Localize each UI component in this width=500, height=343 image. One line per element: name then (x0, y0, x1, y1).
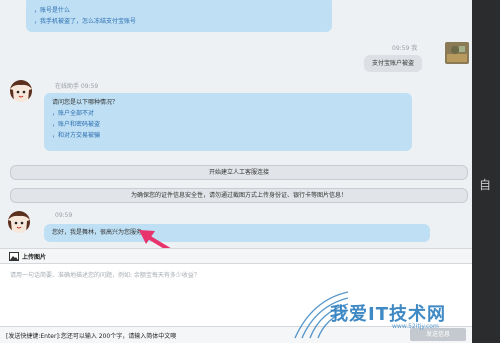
system-notice-text: 为确保您的证件信息安全性，请勿通过截图方式上传身份证、银行卡等图片信息！ (130, 192, 347, 199)
assistant-bubble: 请问您是以下哪种情况？ ，账户全部不对 ，账户和密码被盗 ，和对方交易被骗 (44, 93, 412, 151)
assistant-sender-time: 在线助手 09:59 (55, 83, 99, 90)
option-link[interactable]: ，账户和密码被盗 (52, 119, 404, 130)
image-icon[interactable] (9, 252, 19, 261)
agent-avatar (8, 211, 30, 233)
assistant-avatar (10, 80, 32, 102)
agent-message-text: 您好，我是舞林，很高兴为您服务。 (52, 229, 149, 236)
system-notice-text: 开始建立人工客服连接 (208, 169, 269, 176)
assistant-question: 请问您是以下哪种情况？ (52, 99, 119, 106)
input-placeholder: 请用一句话简要、准确地描述您的问题，例如: 余额宝每天有多少收益？ (10, 272, 200, 279)
faq-link[interactable]: ，账号是什么 (34, 5, 324, 16)
input-hint: [发送快捷键:Enter]:您还可以输入 200个字，请输入简体中文噢 (6, 333, 177, 340)
background-glyph: 自 (479, 178, 492, 192)
user-bubble: 支付宝账户被盗 (364, 55, 423, 72)
chat-window: ，账号是什么 ，我手机被盗了，怎么冻结支付宝账号 09:59 我 支付宝账户被盗… (0, 0, 472, 343)
system-notice: 开始建立人工客服连接 (10, 165, 468, 180)
assistant-bubble-top: ，账号是什么 ，我手机被盗了，怎么冻结支付宝账号 (26, 0, 332, 32)
agent-bubble: 您好，我是舞林，很高兴为您服务。 (44, 224, 430, 242)
watermark-url: www.52itjy.com (392, 323, 439, 330)
upload-toolbar: 上传图片 (0, 248, 472, 264)
agent-message-time: 09:59 (55, 212, 73, 219)
watermark: 我爱IT技术网 www.52itjy.com (290, 290, 472, 340)
option-link[interactable]: ，和对方交易被骗 (52, 130, 404, 141)
option-link[interactable]: ，账户全部不对 (52, 108, 404, 119)
faq-link[interactable]: ，我手机被盗了，怎么冻结支付宝账号 (34, 16, 324, 27)
upload-image-button[interactable]: 上传图片 (22, 252, 46, 261)
system-notice: 为确保您的证件信息安全性，请勿通过截图方式上传身份证、银行卡等图片信息！ (10, 188, 468, 203)
background-window: 自 (472, 0, 500, 343)
message-time: 09:59 我 (392, 45, 418, 52)
user-avatar (445, 42, 469, 64)
user-message-text: 支付宝账户被盗 (372, 60, 415, 67)
